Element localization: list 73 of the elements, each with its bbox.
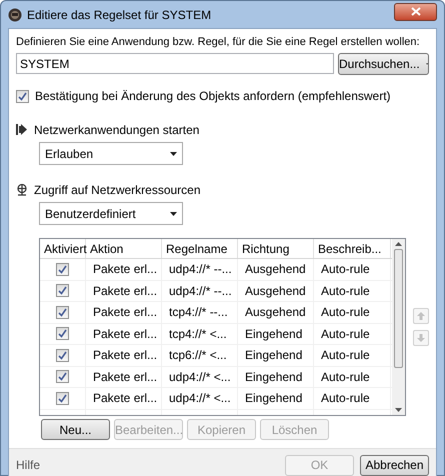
scrollbar[interactable] xyxy=(392,239,405,415)
checkbox[interactable] xyxy=(56,284,69,298)
scroll-up-icon[interactable] xyxy=(395,242,402,246)
table-cell: Ausgehend xyxy=(238,280,314,301)
table-cell: Pakete erl... xyxy=(86,345,162,366)
table-cell: Eingehend xyxy=(238,388,314,408)
dropdown[interactable]: Erlauben xyxy=(39,142,183,165)
table-row[interactable]: Pakete erl... udp4://* --... Ausgehend Auto-rule xyxy=(40,280,392,302)
table-cell: udp4://* --... xyxy=(162,259,238,280)
arrow-icon xyxy=(16,124,28,135)
table-cell: Auto-rule xyxy=(314,345,391,366)
table-cell: Eingehend xyxy=(238,324,314,344)
checkbox[interactable] xyxy=(16,90,29,102)
checkbox[interactable] xyxy=(56,327,69,340)
column-header[interactable]: Beschreib... xyxy=(314,239,391,258)
help-link[interactable]: Hilfe xyxy=(16,456,40,474)
table-cell: Eingehend xyxy=(238,345,314,366)
table-cell: tcp4://* --... xyxy=(162,302,238,322)
table-cell: Pakete erl... xyxy=(86,388,162,408)
section-title: Zugriff auf Netzwerkressourcen xyxy=(34,182,201,198)
confirm-label: Bestätigung bei Änderung des Objekts anfordern (empfehlenswert) xyxy=(35,88,391,105)
table-row[interactable]: Pakete erl... udp4://* <... Eingehend Auto-rule xyxy=(40,388,392,410)
app-icon xyxy=(8,8,22,22)
table-cell: udp4://* <... xyxy=(162,366,238,387)
table-row[interactable]: Pakete erl... tcp4://* <... Eingehend Auto-rule xyxy=(40,324,392,345)
table-cell: udp4://* --... xyxy=(162,280,238,301)
checkbox[interactable] xyxy=(56,392,69,405)
window-title: Editiere das Regelset für SYSTEM xyxy=(27,6,212,24)
application-field[interactable]: SYSTEM xyxy=(16,53,334,74)
caret-icon xyxy=(170,212,177,216)
application-label: Definieren Sie eine Anwendung bzw. Regel, für die Sie eine Regel erstellen wollen: xyxy=(16,35,420,50)
table-cell: Auto-rule xyxy=(314,280,391,301)
button[interactable]: Neu... xyxy=(41,419,110,440)
button[interactable]: Abbrechen xyxy=(360,454,429,476)
table-cell: Eingehend xyxy=(238,366,314,387)
globe-icon xyxy=(16,184,28,196)
section-title: Netzwerkanwendungen starten xyxy=(34,122,200,138)
table-cell: Auto-rule xyxy=(314,324,391,344)
checkbox[interactable] xyxy=(56,306,69,319)
table-row[interactable]: Pakete erl... tcp4://* --... Ausgehend Auto-rule xyxy=(40,302,392,324)
table-cell: tcp4://* <... xyxy=(162,324,238,344)
up-arrow-icon xyxy=(416,311,426,321)
table-cell: Pakete erl... xyxy=(86,302,162,322)
table-row[interactable]: Pakete erl... udp4://* <... Eingehend Auto-rule xyxy=(40,366,392,388)
table-cell: Pakete erl... xyxy=(86,259,162,280)
close-icon xyxy=(410,7,420,16)
scroll-down-icon[interactable] xyxy=(395,408,402,412)
table-cell: tcp6://* <... xyxy=(162,345,238,366)
down-arrow-icon xyxy=(416,333,426,343)
column-header[interactable]: Regelname xyxy=(162,239,238,258)
checkbox[interactable] xyxy=(56,348,69,362)
caret-icon xyxy=(426,62,428,66)
close-button[interactable] xyxy=(394,2,437,20)
column-header[interactable]: Aktion xyxy=(86,239,162,258)
caret-icon xyxy=(170,152,177,156)
dropdown[interactable]: Benutzerdefiniert xyxy=(39,202,183,225)
table-cell: Auto-rule xyxy=(314,388,391,408)
table-cell: Pakete erl... xyxy=(86,366,162,387)
checkbox[interactable] xyxy=(56,370,69,384)
table-cell: udp4://* <... xyxy=(162,388,238,408)
checkbox[interactable] xyxy=(56,262,69,276)
column-header[interactable]: Aktiviert xyxy=(40,239,86,258)
table-cell: Pakete erl... xyxy=(86,324,162,344)
table-cell: Auto-rule xyxy=(314,259,391,280)
table-cell: Ausgehend xyxy=(238,302,314,322)
table-cell: Auto-rule xyxy=(314,366,391,387)
table-cell: Ausgehend xyxy=(238,259,314,280)
table-cell: Auto-rule xyxy=(314,302,391,322)
column-header[interactable]: Richtung xyxy=(238,239,314,258)
browse-button[interactable]: Durchsuchen... xyxy=(338,53,429,75)
table-row[interactable]: Pakete erl... udp4://* --... Ausgehend Auto-rule xyxy=(40,259,392,280)
table-row[interactable]: Pakete erl... tcp6://* <... Eingehend Auto-rule xyxy=(40,345,392,366)
table-cell: Pakete erl... xyxy=(86,280,162,301)
